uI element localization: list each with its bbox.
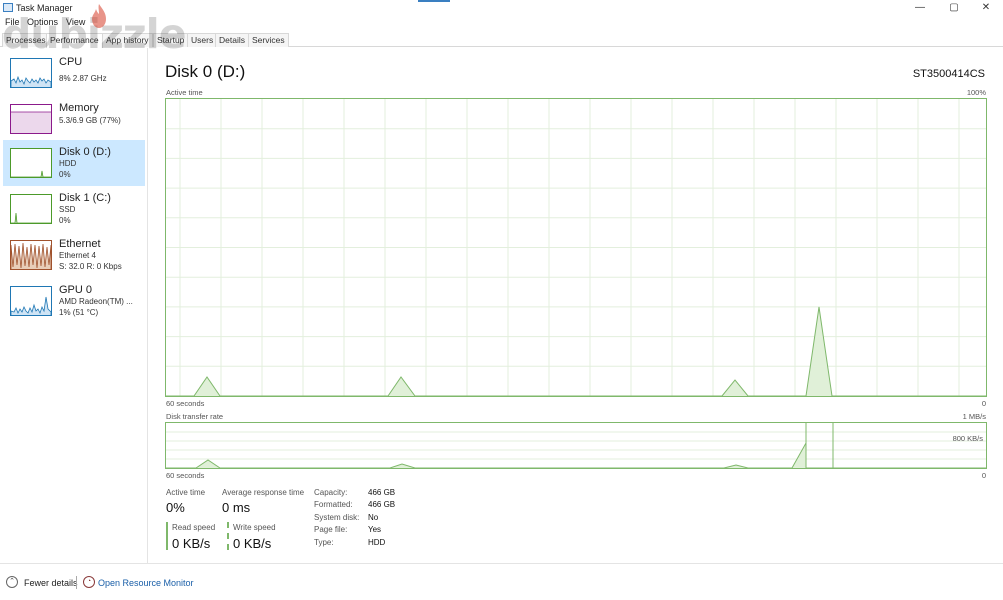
active-time-value: 0% [166, 500, 185, 515]
sidebar-item-cpu[interactable]: CPU 8% 2.87 GHz [3, 50, 145, 96]
sidebar-item-ethernet[interactable]: Ethernet Ethernet 4 S: 32.0 R: 0 Kbps [3, 232, 145, 278]
sidebar-item-detail: HDD [59, 159, 77, 168]
write-speed-label: Write speed [233, 523, 276, 532]
active-time-graph-label: Active time [166, 88, 203, 97]
page-file-key: Page file: [314, 525, 348, 534]
read-speed-label: Read speed [172, 523, 216, 532]
transfer-rate-graph-label: Disk transfer rate [166, 412, 224, 421]
tab-performance[interactable]: Performance [46, 33, 103, 48]
sidebar-item-detail: 5.3/6.9 GB (77%) [59, 116, 121, 125]
sidebar: CPU 8% 2.87 GHz Memory 5.3/6.9 GB (77%) … [0, 48, 148, 563]
menu-file[interactable]: File [5, 17, 20, 27]
transfer-rate-x-end: 0 [981, 471, 986, 480]
disk0-thumbnail [10, 148, 52, 178]
capacity-key: Capacity: [314, 488, 348, 497]
avg-response-label: Average response time [222, 488, 305, 497]
sidebar-item-label: Disk 1 (C:) [59, 192, 111, 204]
sidebar-item-label: GPU 0 [59, 284, 93, 296]
title-bar: Task Manager — ▢ ✕ [0, 0, 1003, 16]
disk1-thumbnail [10, 194, 52, 224]
ethernet-thumbnail [10, 240, 52, 270]
sidebar-item-memory[interactable]: Memory 5.3/6.9 GB (77%) [3, 96, 145, 142]
minimize-button[interactable]: — [903, 0, 937, 16]
gpu-thumbnail [10, 286, 52, 316]
active-time-x-start: 60 seconds [166, 399, 205, 408]
sidebar-item-disk1[interactable]: Disk 1 (C:) SSD 0% [3, 186, 145, 232]
sidebar-item-usage: 0% [59, 170, 71, 179]
task-manager-icon [3, 3, 13, 12]
sidebar-item-detail: AMD Radeon(TM) ... [59, 297, 133, 306]
sidebar-item-label: CPU [59, 56, 83, 68]
sidebar-item-usage: S: 32.0 R: 0 Kbps [59, 262, 122, 271]
sidebar-item-label: Memory [59, 102, 99, 114]
tab-app-history[interactable]: App history [102, 33, 153, 47]
open-resource-monitor-link[interactable]: Open Resource Monitor [98, 578, 194, 588]
tab-bar: Processes Performance App history Startu… [0, 33, 1003, 48]
sidebar-item-disk0[interactable]: Disk 0 (D:) HDD 0% [3, 140, 145, 186]
write-speed-value: 0 KB/s [233, 536, 272, 551]
window-title: Task Manager [16, 3, 73, 13]
system-disk-key: System disk: [314, 513, 360, 522]
formatted-key: Formatted: [314, 500, 353, 509]
tab-startup[interactable]: Startup [153, 33, 189, 47]
tab-services[interactable]: Services [248, 33, 289, 47]
type-key: Type: [314, 538, 334, 547]
resource-monitor-icon[interactable]: ◔ [83, 576, 95, 588]
read-speed-value: 0 KB/s [172, 536, 211, 551]
sidebar-item-usage: 0% [59, 216, 71, 225]
sidebar-item-detail: 8% 2.87 GHz [59, 74, 107, 83]
write-speed-indicator [227, 522, 229, 550]
read-speed-indicator [166, 522, 168, 550]
transfer-rate-plot [166, 423, 986, 468]
menu-view[interactable]: View [66, 17, 85, 27]
page-file-value: Yes [368, 525, 382, 534]
memory-thumbnail [10, 104, 52, 134]
sidebar-item-label: Ethernet [59, 238, 101, 250]
transfer-rate-graph: 800 KB/s [165, 422, 987, 469]
sidebar-item-detail: SSD [59, 205, 76, 214]
type-value: HDD [368, 538, 386, 547]
disk-model: ST3500414CS [912, 68, 985, 80]
active-time-x-end: 0 [981, 399, 986, 408]
fewer-details-button[interactable]: Fewer details [24, 578, 78, 588]
close-button[interactable]: ✕ [969, 0, 1003, 16]
page-title: Disk 0 (D:) [165, 62, 246, 81]
footer-separator [76, 576, 77, 589]
active-time-label: Active time [166, 488, 206, 497]
maximize-button[interactable]: ▢ [937, 0, 971, 16]
sidebar-item-gpu[interactable]: GPU 0 AMD Radeon(TM) ... 1% (51 °C) [3, 278, 145, 324]
sidebar-item-detail: Ethernet 4 [59, 251, 96, 260]
menu-options[interactable]: Options [27, 17, 58, 27]
active-time-plot [166, 99, 986, 396]
formatted-value: 466 GB [368, 500, 396, 509]
capacity-value: 466 GB [368, 488, 396, 497]
transfer-rate-mid-label: 800 KB/s [952, 434, 983, 443]
title-accent [418, 0, 450, 2]
tab-users[interactable]: Users [187, 33, 218, 47]
active-time-graph-max: 100% [966, 88, 986, 97]
system-disk-value: No [368, 513, 379, 522]
transfer-rate-graph-max: 1 MB/s [962, 412, 986, 421]
footer: ⌃ Fewer details ◔ Open Resource Monitor [0, 563, 1003, 600]
transfer-rate-x-start: 60 seconds [166, 471, 205, 480]
active-time-graph [165, 98, 987, 397]
sidebar-item-usage: 1% (51 °C) [59, 308, 99, 317]
tab-details[interactable]: Details [215, 33, 249, 47]
cpu-thumbnail [10, 58, 52, 88]
avg-response-value: 0 ms [222, 500, 251, 515]
chevron-up-icon[interactable]: ⌃ [6, 576, 18, 588]
sidebar-item-label: Disk 0 (D:) [59, 146, 111, 158]
tab-processes[interactable]: Processes [2, 33, 50, 47]
